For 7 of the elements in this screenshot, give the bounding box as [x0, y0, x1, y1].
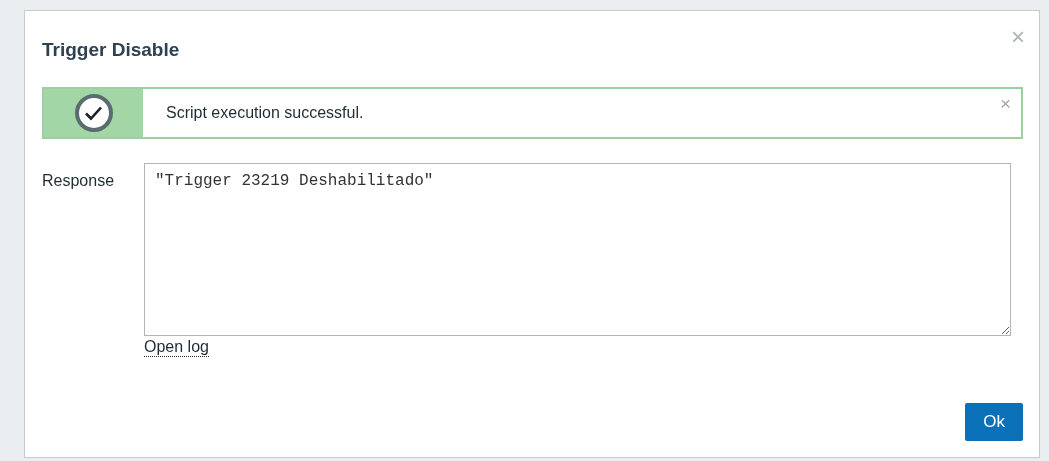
- ok-button[interactable]: Ok: [965, 403, 1023, 441]
- response-field[interactable]: "Trigger 23219 Deshabilitado": [144, 163, 1011, 336]
- message-text: Script execution successful.: [165, 104, 365, 122]
- open-log-link[interactable]: Open log: [144, 338, 209, 357]
- dialog-title: Trigger Disable: [42, 39, 181, 61]
- response-label: Response: [42, 171, 116, 191]
- check-circle-icon: [73, 93, 114, 133]
